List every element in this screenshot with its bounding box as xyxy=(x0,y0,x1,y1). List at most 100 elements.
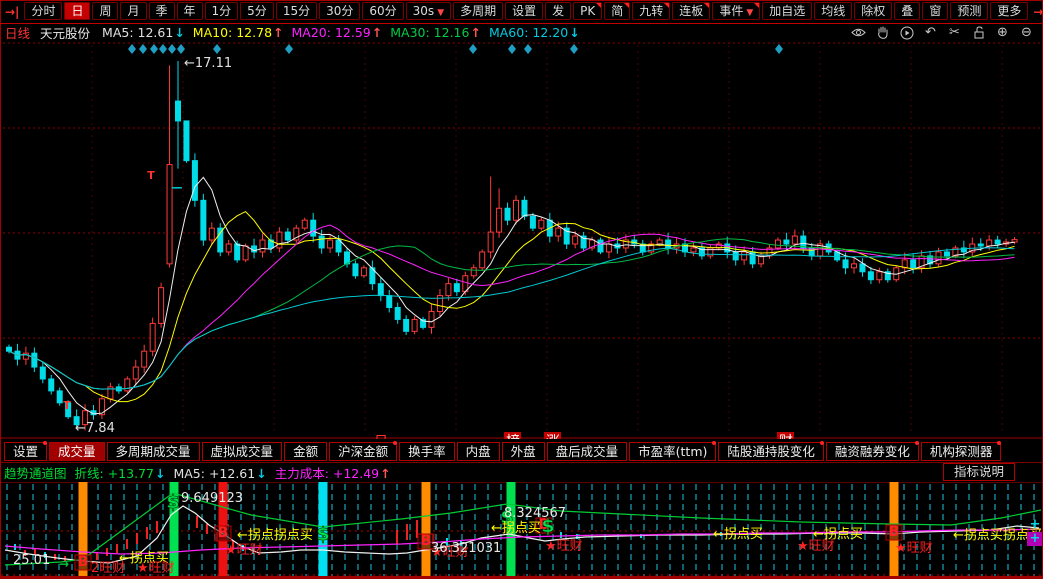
toolbar-item-1分[interactable]: 1分 xyxy=(205,2,239,20)
zoom-in-icon[interactable]: ⊕ xyxy=(995,25,1010,40)
toolbar-item-60分[interactable]: 60分 xyxy=(362,2,403,20)
svg-text:★旺财: ★旺财 xyxy=(225,543,263,558)
chevron-down-icon[interactable]: ▼ xyxy=(437,8,444,18)
tab-虚拟成交量[interactable]: 虚拟成交量 xyxy=(202,442,283,461)
svg-text:★旺财: ★旺财 xyxy=(545,539,583,554)
toolbar-item-季[interactable]: 季 xyxy=(149,2,175,20)
toolbar-item-叠[interactable]: 叠 xyxy=(894,2,920,20)
tab-外盘[interactable]: 外盘 xyxy=(502,442,545,461)
ma-value: MA60: 12.20↓ xyxy=(489,25,584,40)
toolbar-item-预测[interactable]: 预测 xyxy=(950,2,988,20)
toolbar-item-周[interactable]: 周 xyxy=(92,2,118,20)
svg-text:←拐点买: ←拐点买 xyxy=(713,527,763,542)
tab-沪深金额[interactable]: 沪深金额 xyxy=(329,442,397,461)
down-arrow-icon: ↓ xyxy=(155,466,165,481)
toolbar-tail-icons: →|▼ xyxy=(1029,5,1043,19)
up-arrow-icon: ↑ xyxy=(372,25,382,40)
toolbar-item-均线[interactable]: 均线 xyxy=(814,2,852,20)
svg-text:←拐点拐点买: ←拐点拐点买 xyxy=(237,528,313,543)
toolbar-item-更多[interactable]: 更多 xyxy=(990,2,1028,20)
tab-成交量[interactable]: 成交量 xyxy=(49,442,105,461)
indicator-tab-bar: 设置成交量多周期成交量虚拟成交量金额沪深金额换手率内盘外盘盘后成交量市盈率(tt… xyxy=(1,440,1043,463)
ma-value: 主力成本: +12.49↑ xyxy=(275,466,395,481)
toolbar-item-连板[interactable]: 连板 xyxy=(672,2,710,20)
toolbar-item-15分[interactable]: 15分 xyxy=(276,2,317,20)
toolbar-item-年[interactable]: 年 xyxy=(177,2,203,20)
indicator-title: 趋势通道图 xyxy=(4,463,67,482)
toolbar-item-30分[interactable]: 30分 xyxy=(319,2,360,20)
tab-机构探测器[interactable]: 机构探测器 xyxy=(921,442,1002,461)
scissors-icon[interactable]: ✂ xyxy=(947,25,962,40)
ma-value: MA5: +12.61↓ xyxy=(173,466,270,481)
unlock-icon[interactable] xyxy=(971,25,986,40)
toolbar-item-日[interactable]: 日 xyxy=(64,2,90,20)
toolbar-item-发[interactable]: 发 xyxy=(545,2,571,20)
down-arrow-icon: ↓ xyxy=(256,466,266,481)
down-arrow-icon: ↓ xyxy=(569,25,579,40)
toolbar-item-30s[interactable]: 30s▼ xyxy=(406,2,451,20)
svg-text:←拐点买: ←拐点买 xyxy=(491,521,541,536)
down-arrow-icon: ↓ xyxy=(174,25,184,40)
tab-多周期成交量[interactable]: 多周期成交量 xyxy=(107,442,200,461)
svg-text:★旺财: ★旺财 xyxy=(895,541,933,556)
notification-dot xyxy=(43,441,47,445)
svg-text:B: B xyxy=(889,524,900,540)
svg-text:25.01: 25.01 xyxy=(13,553,50,568)
toolbar-item-窗[interactable]: 窗 xyxy=(922,2,948,20)
period-label: 日线 xyxy=(5,23,30,42)
svg-text:9.649123: 9.649123 xyxy=(181,491,243,506)
tab-盘后成交量[interactable]: 盘后成交量 xyxy=(547,442,628,461)
trend-channel-chart[interactable]: →BBBBB$$$$←拐点买←拐点拐点买←拐点买←拐点买←拐点买←拐点买拐点买2… xyxy=(1,482,1043,578)
candlestick-chart[interactable]: ←17.11←7.84T—T日榜涨财 xyxy=(1,41,1043,439)
indicator-help-button[interactable]: 指标说明 xyxy=(943,463,1015,481)
toolbar-item-设置[interactable]: 设置 xyxy=(505,2,543,20)
period-toolbar: →| 分时日周月季年1分5分15分30分60分30s▼多周期设置 发PK简九转连… xyxy=(1,1,1042,24)
svg-text:T: T xyxy=(63,399,71,412)
svg-text:B: B xyxy=(218,525,229,541)
svg-text:+: + xyxy=(1030,531,1041,546)
svg-text:日: 日 xyxy=(374,434,388,439)
tab-内盘[interactable]: 内盘 xyxy=(457,442,500,461)
toolbar-item-5分[interactable]: 5分 xyxy=(240,2,274,20)
notification-dot xyxy=(712,441,716,445)
toolbar-item-加自选[interactable]: 加自选 xyxy=(762,2,812,20)
collapse-left-icon[interactable]: →| xyxy=(1,5,23,19)
notification-dot xyxy=(820,441,824,445)
toolbar-item-事件[interactable]: 事件▼ xyxy=(712,2,760,20)
chart-tool-icons: ↶ ✂ ⊕ ⊖ xyxy=(851,25,1034,40)
tab-换手率[interactable]: 换手率 xyxy=(399,442,455,461)
toolbar-item-多周期[interactable]: 多周期 xyxy=(453,2,503,20)
notification-dot xyxy=(915,441,919,445)
main-chart-svg: ←17.11←7.84T—T日榜涨财 xyxy=(1,41,1043,439)
ma-value: MA10: 12.78↑ xyxy=(193,25,288,40)
toolbar-item-九转[interactable]: 九转 xyxy=(632,2,670,20)
svg-text:36.321031: 36.321031 xyxy=(431,541,501,556)
svg-text:←7.84: ←7.84 xyxy=(75,421,115,436)
tab-陆股通持股变化[interactable]: 陆股通持股变化 xyxy=(718,442,824,461)
ma-value: 折线: +13.77↓ xyxy=(75,466,170,481)
svg-text:8.324567: 8.324567 xyxy=(504,506,566,521)
tab-设置[interactable]: 设置 xyxy=(4,442,47,461)
undo-icon[interactable]: ↶ xyxy=(923,25,938,40)
chevron-down-icon[interactable]: ▼ xyxy=(746,8,753,18)
eye-icon[interactable] xyxy=(851,25,866,40)
ma-value: MA20: 12.59↑ xyxy=(292,25,387,40)
toolbar-item-分时[interactable]: 分时 xyxy=(24,2,62,20)
tab-金额[interactable]: 金额 xyxy=(284,442,327,461)
collapse-right-icon[interactable]: →| xyxy=(1029,5,1043,19)
toolbar-item-PK[interactable]: PK xyxy=(573,2,602,20)
toolbar-item-月[interactable]: 月 xyxy=(120,2,146,20)
hand-icon[interactable] xyxy=(875,25,890,40)
tab-融资融券变化[interactable]: 融资融券变化 xyxy=(826,442,919,461)
tool-buttons: 发PK简九转连板事件▼加自选均线除权叠窗预测更多 xyxy=(544,4,1029,20)
up-arrow-icon: ↑ xyxy=(470,25,480,40)
indicator-chart-svg: →BBBBB$$$$←拐点买←拐点拐点买←拐点买←拐点买←拐点买←拐点买拐点买2… xyxy=(1,482,1043,578)
up-arrow-icon: ↑ xyxy=(380,466,390,481)
toolbar-item-简[interactable]: 简 xyxy=(604,2,630,20)
toolbar-item-除权[interactable]: 除权 xyxy=(854,2,892,20)
zoom-out-icon[interactable]: ⊖ xyxy=(1019,25,1034,40)
svg-text:★旺财: ★旺财 xyxy=(137,561,175,576)
svg-text:涨: 涨 xyxy=(546,434,560,439)
tab-市盈率(ttm)[interactable]: 市盈率(ttm) xyxy=(629,442,716,461)
play-icon[interactable] xyxy=(899,25,914,40)
